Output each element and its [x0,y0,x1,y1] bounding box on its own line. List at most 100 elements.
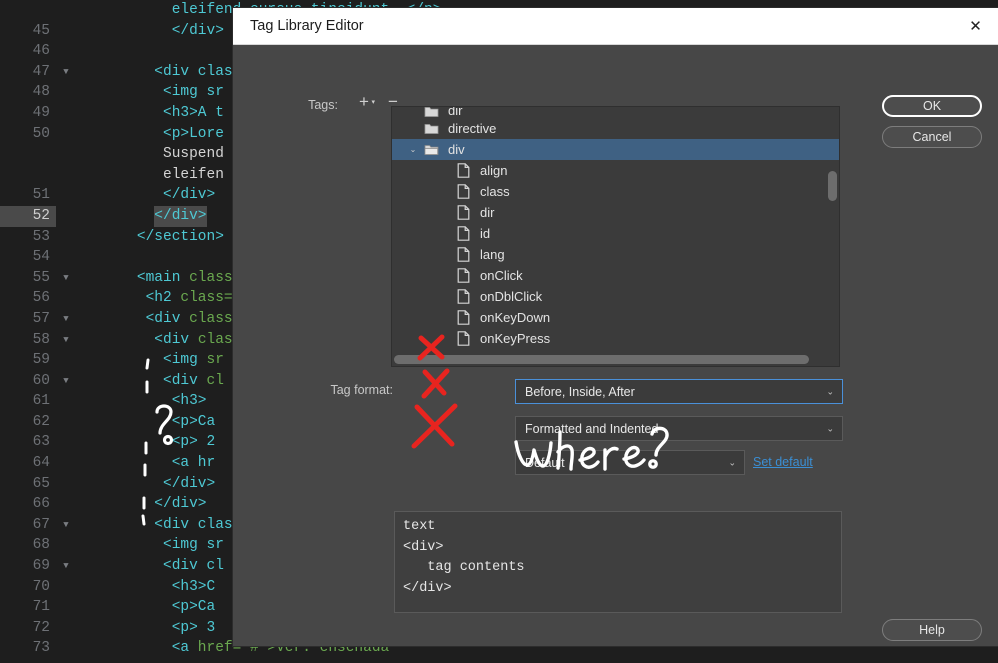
line-number: 65 [32,475,50,492]
close-icon[interactable]: ✕ [953,8,998,44]
dialog-body: Tags: + ▾ − dir directive ⌄ div align class di… [233,45,998,646]
code-text: <div class= [145,310,242,327]
line-breaks-value: Before, Inside, After [525,384,635,399]
code-text: <div clas [154,331,233,348]
code-text: <div clas [154,516,233,533]
contents-select[interactable]: Formatted and Indented ⌄ [515,416,843,441]
tree-tag-item[interactable]: dir [392,107,839,118]
dialog-titlebar: Tag Library Editor ✕ [233,8,998,45]
fold-arrow-icon[interactable]: ▼ [56,309,76,330]
fold-arrow-icon[interactable]: ▼ [56,62,76,83]
chevron-down-icon: ▾ [371,99,375,106]
code-text: <p> 2 [171,434,216,451]
tree-tag-item[interactable]: directive [392,118,839,139]
folder-icon [420,107,442,118]
tree-item-label: directive [448,121,497,136]
tag-tree-rows: dir directive ⌄ div align class dir id lang onCli… [392,107,839,366]
tree-attribute-item[interactable]: dir [392,202,839,223]
tree-item-label: onKeyDown [480,310,551,325]
tree-attribute-item[interactable]: align [392,160,839,181]
tree-attribute-item[interactable]: id [392,223,839,244]
case-select[interactable]: Default ⌄ [515,450,745,475]
code-text: </div> [163,475,216,492]
help-button[interactable]: Help [882,619,982,641]
file-icon [452,163,474,178]
line-number: 60 [32,372,50,389]
tree-item-label: div [448,142,465,157]
line-number: 58 [32,331,50,348]
line-number: 54 [32,249,50,266]
code-text: <img sr [163,537,224,554]
line-number: 68 [32,537,50,554]
tree-attribute-item[interactable]: class [392,181,839,202]
line-number: 70 [32,578,50,595]
line-number: 52 [0,205,56,227]
file-icon [452,289,474,304]
tag-format-label: Tag format: [330,383,393,397]
code-text: <p>Ca [171,413,216,430]
fold-arrow-icon[interactable]: ▼ [56,330,76,351]
tree-tag-item[interactable]: ⌄ div [392,139,839,160]
chevron-down-icon: ⌄ [826,386,834,396]
tree-item-label: onKeyPress [480,331,551,346]
file-icon [452,247,474,262]
fold-arrow-icon[interactable]: ▼ [56,556,76,577]
tag-library-editor-dialog: Tag Library Editor ✕ Tags: + ▾ − dir dire… [233,8,998,646]
tree-attribute-item[interactable]: onDblClick [392,286,839,307]
file-icon [452,226,474,241]
contents-value: Formatted and Indented [525,421,659,436]
tree-attribute-item[interactable]: onKeyDown [392,307,839,328]
tree-attribute-item[interactable]: onKeyPress [392,328,839,349]
line-number: 45 [32,22,50,39]
code-text: Suspend [163,146,224,163]
line-number: 73 [32,640,50,657]
line-number: 48 [32,84,50,101]
line-number: 59 [32,352,50,369]
line-number: 71 [32,599,50,616]
tree-horizontal-scroll-thumb[interactable] [394,355,809,364]
line-number: 49 [32,104,50,121]
folder-open-icon [420,143,442,156]
tree-item-label: dir [480,205,495,220]
line-number: 50 [32,125,50,142]
add-tag-button[interactable]: + ▾ [353,93,375,113]
tree-vertical-scroll-thumb[interactable] [828,171,837,201]
code-text: <img sr [163,84,224,101]
ok-button[interactable]: OK [882,95,982,117]
chevron-down-icon: ⌄ [826,423,834,433]
fold-arrow-icon[interactable]: ▼ [56,371,76,392]
line-breaks-select[interactable]: Before, Inside, After ⌄ [515,379,843,404]
file-icon [452,205,474,220]
line-number: 56 [32,290,50,307]
tree-horizontal-scrollbar[interactable] [394,355,826,364]
tree-item-label: id [480,226,491,241]
line-number: 53 [32,228,50,245]
tag-tree[interactable]: dir directive ⌄ div align class dir id lang onCli… [391,106,840,367]
tree-twisty-icon[interactable]: ⌄ [406,145,420,154]
fold-arrow-icon[interactable]: ▼ [56,515,76,536]
tree-attribute-item[interactable]: onClick [392,265,839,286]
line-number: 64 [32,455,50,472]
line-number: 69 [32,558,50,575]
set-default-link[interactable]: Set default [753,455,813,469]
cancel-button[interactable]: Cancel [882,126,982,148]
line-number: 47 [32,63,50,80]
fold-arrow-icon[interactable]: ▼ [56,268,76,289]
tree-vertical-scrollbar[interactable] [828,109,837,349]
line-number: 62 [32,413,50,430]
case-value: Default [525,455,565,470]
code-text: <a hr [171,455,216,472]
tree-attribute-item[interactable]: lang [392,244,839,265]
code-text: <h2 class=" [145,290,242,307]
line-number: 61 [32,393,50,410]
code-text: <div cl [163,558,224,575]
file-icon [452,310,474,325]
tree-item-label: onDblClick [480,289,543,304]
tree-item-label: lang [480,247,505,262]
chevron-down-icon: ⌄ [728,457,736,467]
line-number: 55 [32,269,50,286]
line-number: 51 [32,187,50,204]
code-text: </div> [154,496,207,513]
code-text: <p> 3 [171,619,216,636]
line-number: 63 [32,434,50,451]
